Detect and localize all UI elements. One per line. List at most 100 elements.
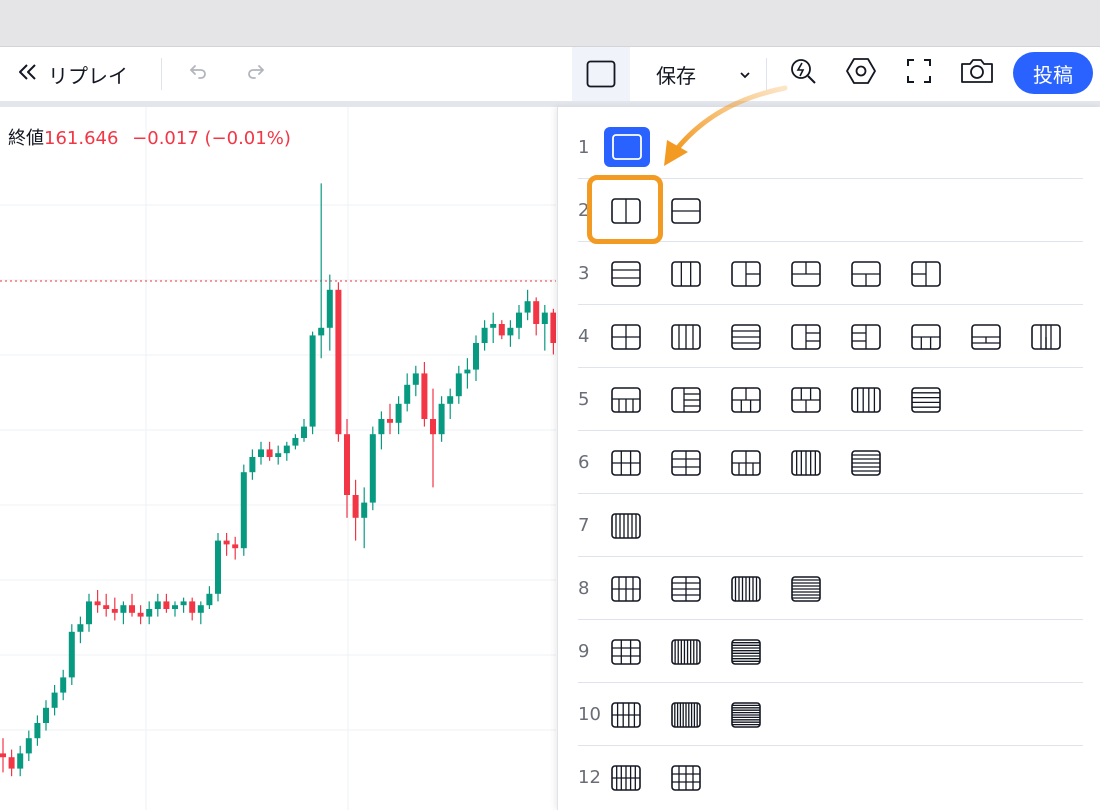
candle-body (43, 707, 49, 723)
layout-row: 10 (558, 684, 1083, 746)
layout-option-5a-icon[interactable] (730, 384, 762, 416)
layout-option-4h-icon[interactable] (730, 321, 762, 353)
candle-body (352, 495, 359, 518)
layout-option-4R-icon[interactable] (850, 321, 882, 353)
browser-top-strip (0, 0, 1100, 47)
layout-option-4V3-icon[interactable] (1030, 321, 1062, 353)
candle-body (507, 327, 514, 336)
candle-body (94, 601, 101, 606)
layout-row: 7 (558, 495, 1083, 557)
fullscreen-button[interactable] (904, 58, 934, 88)
candlestick-chart (0, 107, 556, 810)
candle-body (361, 502, 368, 518)
layout-option-3v-icon[interactable] (670, 258, 702, 290)
layout-option-4L-icon[interactable] (790, 321, 822, 353)
layout-option-4T-icon[interactable] (970, 321, 1002, 353)
candle-body (447, 396, 454, 404)
candle-body (197, 605, 204, 613)
highlight-box (587, 175, 663, 244)
layout-option-12v-icon[interactable] (610, 762, 642, 794)
layout-option-4g-icon[interactable] (610, 321, 642, 353)
fullscreen-icon (905, 57, 933, 89)
redo-button[interactable] (242, 60, 270, 88)
layout-option-8v-icon[interactable] (730, 573, 762, 605)
layout-option-3T-icon[interactable] (790, 258, 822, 290)
layout-row: 4 (558, 306, 1083, 368)
layout-option-5v-icon[interactable] (850, 384, 882, 416)
layout-option-8g-icon[interactable] (610, 573, 642, 605)
candle-body (378, 419, 385, 435)
candle-body (481, 327, 488, 343)
quick-search-button[interactable] (786, 56, 820, 90)
candle-body (326, 289, 333, 328)
layout-option-7v-icon[interactable] (610, 510, 642, 542)
layout-option-6h-icon[interactable] (670, 447, 702, 479)
layout-option-5b-icon[interactable] (790, 384, 822, 416)
row-divider (578, 745, 1083, 746)
candle-body (137, 612, 144, 617)
row-divider (578, 367, 1083, 368)
layout-option-3h-icon[interactable] (610, 258, 642, 290)
save-dropdown-button[interactable] (734, 62, 756, 86)
save-button[interactable]: 保存 (656, 60, 696, 88)
layout-option-3R-icon[interactable] (910, 258, 942, 290)
candle-body (275, 453, 282, 457)
layout-option-4B-icon[interactable] (910, 321, 942, 353)
layout-count-label: 10 (578, 704, 601, 725)
row-divider (578, 493, 1083, 494)
layout-option-s-icon[interactable] (604, 127, 650, 167)
replay-label: リプレイ (48, 63, 128, 88)
layout-option-6v-icon[interactable] (790, 447, 822, 479)
layout-option-2h-icon[interactable] (670, 195, 702, 227)
single-layout-icon (586, 60, 616, 92)
undo-button[interactable] (184, 60, 212, 88)
candle-body (309, 335, 316, 427)
replay-button[interactable]: リプレイ (16, 60, 128, 88)
layout-count-label: 7 (578, 515, 590, 536)
candle-body (68, 631, 75, 678)
candle-body (189, 601, 196, 613)
candle-body (335, 289, 342, 435)
layout-option-8h-icon[interactable] (670, 573, 702, 605)
row-divider (578, 430, 1083, 431)
layout-count-label: 1 (578, 137, 590, 158)
layout-option-9v-icon[interactable] (670, 636, 702, 668)
layout-option-4v-icon[interactable] (670, 321, 702, 353)
layout-option-10h-icon[interactable] (730, 699, 762, 731)
candle-body (533, 301, 540, 324)
ohlc-legend: 終値161.646 −0.017 (−0.01%) (8, 124, 291, 150)
layout-option-8hh-icon[interactable] (790, 573, 822, 605)
candle-body (464, 369, 471, 374)
candle-body (516, 312, 522, 328)
layout-option-6b-icon[interactable] (730, 447, 762, 479)
candle-body (524, 301, 531, 313)
layout-option-5L-icon[interactable] (670, 384, 702, 416)
layout-option-5h-icon[interactable] (910, 384, 942, 416)
candle-body (292, 438, 299, 446)
layout-option-6hh-icon[interactable] (850, 447, 882, 479)
layout-option-10g-icon[interactable] (610, 699, 642, 731)
candle-body (34, 723, 41, 739)
snapshot-button[interactable] (958, 58, 996, 88)
layout-select-button[interactable] (572, 47, 630, 101)
layout-option-12g-icon[interactable] (670, 762, 702, 794)
legend-close-value: 161.646 (44, 128, 119, 149)
layout-option-9h-icon[interactable] (730, 636, 762, 668)
candle-body (266, 449, 273, 457)
layout-option-5B-icon[interactable] (610, 384, 642, 416)
layout-option-6g-icon[interactable] (610, 447, 642, 479)
layout-option-9g-icon[interactable] (610, 636, 642, 668)
candle-body (77, 624, 84, 632)
layout-option-10v-icon[interactable] (670, 699, 702, 731)
post-button[interactable]: 投稿 (1013, 52, 1093, 94)
layout-count-label: 3 (578, 263, 590, 284)
layout-count-label: 9 (578, 641, 590, 662)
candle-body (421, 373, 428, 419)
candle-body (129, 605, 135, 613)
layout-option-3L-icon[interactable] (730, 258, 762, 290)
candle-body (172, 605, 178, 609)
candle-body (146, 609, 153, 617)
price-chart[interactable] (0, 107, 556, 810)
layout-option-3B-icon[interactable] (850, 258, 882, 290)
settings-button[interactable] (844, 56, 878, 90)
